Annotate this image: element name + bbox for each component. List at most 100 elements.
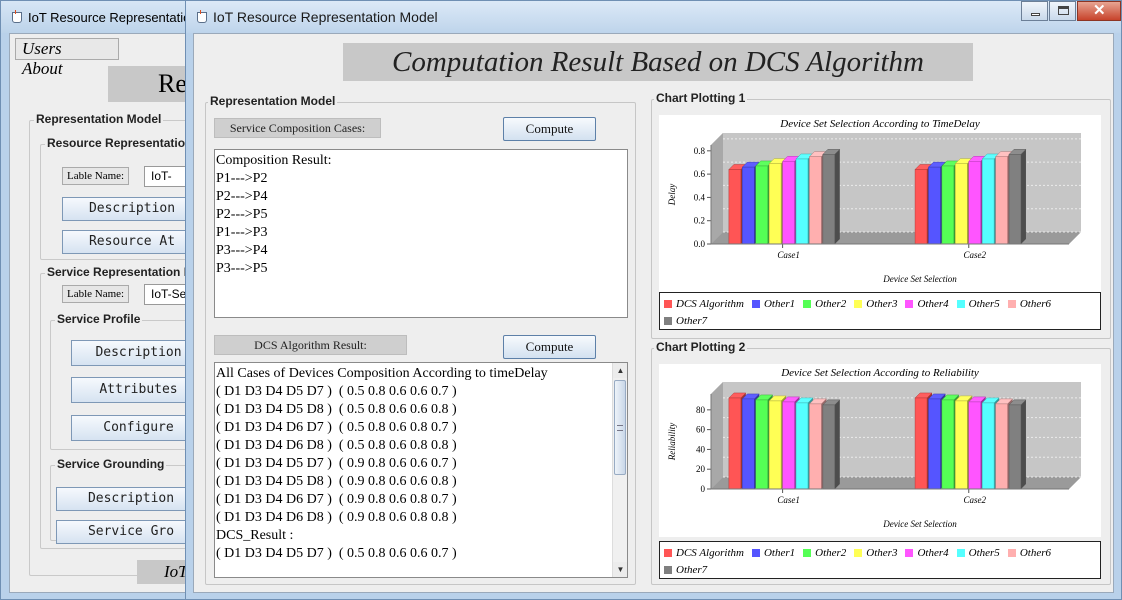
legend-swatch [664, 565, 672, 574]
minimize-button[interactable] [1021, 1, 1048, 21]
legend-item: Other4 [905, 295, 949, 312]
chart-2: Device Set Selection According to Reliab… [659, 364, 1101, 537]
background-window-client: Users About Re Representation Model Reso… [9, 33, 210, 593]
service-grounding-button[interactable]: Service Gro [56, 520, 206, 544]
legend-label: Other1 [763, 546, 796, 559]
compute-composition-button[interactable]: Compute [503, 117, 596, 141]
x-tick-label: Case2 [964, 495, 987, 505]
y-tick-label: 60 [696, 425, 706, 435]
dcs-line: ( D1 D3 D4 D6 D8 ) ( 0.9 0.8 0.6 0.8 0.8… [216, 510, 457, 525]
chart-plotting-2-title: Chart Plotting 2 [654, 340, 748, 354]
bar [914, 169, 928, 245]
menu-bar: Users About [15, 38, 119, 78]
y-tick-label: 20 [696, 464, 706, 474]
bar [755, 165, 768, 245]
bar [968, 401, 981, 490]
background-window[interactable]: IoT Resource Representation Users About … [0, 0, 210, 600]
dcs-result-textarea[interactable]: All Cases of Devices Composition Accordi… [214, 362, 628, 578]
dcs-line: ( D1 D3 D4 D5 D8 ) ( 0.9 0.8 0.6 0.6 0.8… [216, 474, 457, 489]
bar [742, 166, 755, 245]
menu-about[interactable]: About [22, 59, 63, 78]
representation-model-panel: Representation Model Service Composition… [205, 94, 636, 585]
legend-item: Other2 [803, 544, 846, 561]
legend-swatch [751, 299, 760, 308]
composition-result-textarea[interactable]: Composition Result: P1--->P2 P2--->P4 P2… [214, 149, 628, 318]
legend-item: DCS Algorithm [664, 544, 744, 561]
service-representation-title: Service Representation M [45, 265, 196, 279]
dcs-algorithm-result-label: DCS Algorithm Result: [214, 335, 407, 355]
page-title: Computation Result Based on DCS Algorith… [343, 43, 973, 81]
legend-label: Other4 [917, 546, 949, 559]
legend-item: Other3 [854, 295, 897, 312]
bar [768, 400, 782, 490]
y-axis-label: Reliability [667, 423, 677, 462]
bar [1008, 404, 1022, 490]
composition-line: P3--->P5 [216, 261, 268, 276]
background-window-title: IoT Resource Representation [28, 9, 198, 25]
bar-side [834, 399, 840, 489]
bar [782, 161, 795, 245]
x-tick-label: Case1 [777, 495, 800, 505]
bar [914, 397, 928, 490]
legend-item: Other5 [956, 295, 1000, 312]
legend-swatch [854, 548, 863, 557]
x-tick-label: Case1 [777, 250, 800, 260]
legend-swatch [1007, 299, 1016, 308]
composition-line: P3--->P4 [216, 243, 268, 258]
chart-title: Device Set Selection According to Reliab… [780, 367, 979, 379]
y-tick-label: 0.0 [694, 239, 706, 249]
bar [809, 403, 822, 490]
main-window[interactable]: IoT Resource Representation Model ✕ Comp… [185, 0, 1122, 600]
legend-swatch [956, 548, 965, 557]
grounding-description-button[interactable]: Description [56, 487, 206, 511]
scroll-down-arrow-icon[interactable]: ▼ [613, 562, 627, 577]
bar [782, 401, 795, 490]
chart-1-svg: Device Set Selection According to TimeDe… [667, 118, 1081, 284]
bar [809, 156, 822, 245]
plot-side-wall [711, 382, 723, 489]
close-button[interactable]: ✕ [1077, 1, 1121, 21]
chart-1-legend: DCS Algorithm Other1 Other2 Other3 Other4 Oth… [659, 292, 1101, 330]
legend-label: DCS Algorithm [676, 546, 744, 559]
composition-line: P2--->P5 [216, 207, 268, 222]
legend-label: Other7 [676, 314, 708, 327]
bar [742, 398, 755, 490]
service-label-name: Lable Name: [62, 285, 130, 303]
scroll-thumb[interactable] [614, 380, 626, 475]
main-window-title: IoT Resource Representation Model [213, 9, 438, 25]
bar [768, 163, 782, 245]
dcs-line: ( D1 D3 D4 D5 D7 ) ( 0.5 0.8 0.6 0.6 0.7… [216, 384, 457, 399]
scroll-up-arrow-icon[interactable]: ▲ [613, 363, 627, 378]
bar [1008, 154, 1022, 245]
legend-label: Other5 [968, 297, 1000, 310]
chart-plotting-1-panel: Chart Plotting 1 Device Set Selection Ac… [651, 91, 1111, 339]
java-cup-icon [9, 10, 23, 24]
dcs-vertical-scrollbar[interactable]: ▲ ▼ [612, 363, 627, 577]
composition-line: P1--->P3 [216, 225, 268, 240]
legend-swatch [664, 316, 672, 325]
menu-users[interactable]: Users [22, 39, 62, 58]
legend-label: Other3 [866, 546, 898, 559]
legend-swatch [803, 299, 812, 308]
chart-2-svg: Device Set Selection According to Reliab… [667, 367, 1081, 529]
legend-swatch [956, 299, 965, 308]
maximize-button[interactable] [1049, 1, 1076, 21]
legend-swatch [905, 299, 914, 308]
legend-swatch [664, 299, 672, 308]
y-tick-label: 40 [696, 444, 706, 454]
y-axis-label: Delay [667, 184, 677, 207]
y-tick-label: 0.6 [694, 169, 706, 179]
background-window-titlebar[interactable]: IoT Resource Representation [1, 1, 199, 33]
dcs-line: All Cases of Devices Composition Accordi… [216, 366, 548, 381]
close-icon: ✕ [1093, 2, 1106, 19]
bar [728, 169, 742, 245]
main-window-titlebar[interactable]: IoT Resource Representation Model ✕ [186, 1, 1121, 33]
bar [928, 166, 941, 245]
resource-description-button[interactable]: Description [62, 197, 202, 221]
bar [941, 165, 955, 245]
resource-attributes-button[interactable]: Resource At [62, 230, 202, 254]
compute-dcs-button[interactable]: Compute [503, 335, 596, 359]
y-tick-label: 80 [696, 405, 706, 415]
legend-item: Other4 [905, 544, 949, 561]
legend-item: Other3 [854, 544, 897, 561]
